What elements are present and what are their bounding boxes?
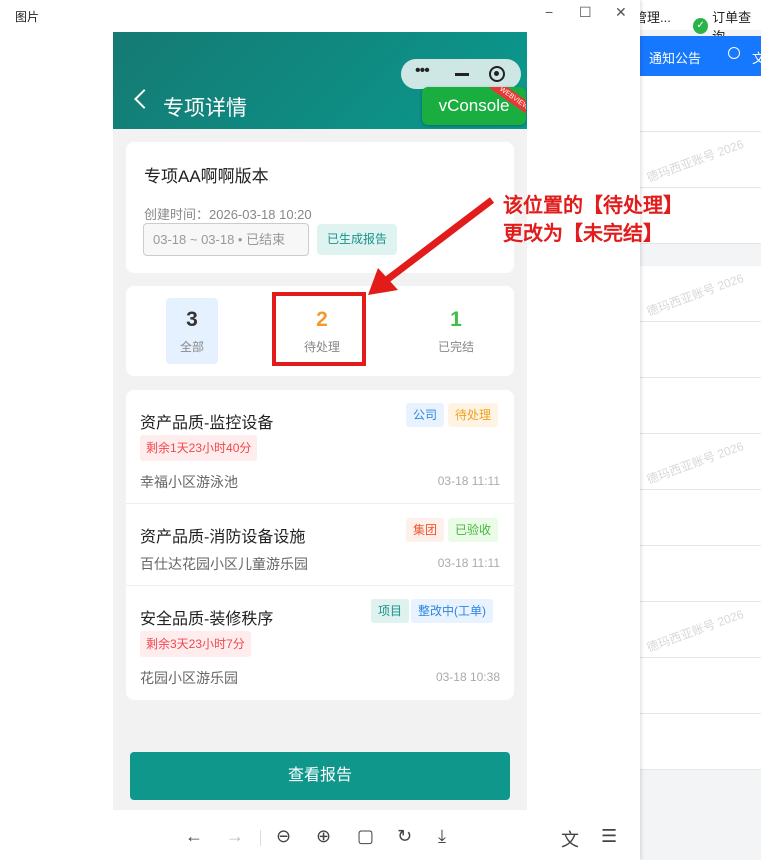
annotation-text: 该位置的【待处理】 更改为【未完结】 bbox=[503, 192, 683, 248]
annotation-line-2: 更改为【未完结】 bbox=[503, 223, 663, 245]
annotation-line-1: 该位置的【待处理】 bbox=[503, 195, 683, 217]
annotation-arrow-icon bbox=[368, 197, 495, 295]
